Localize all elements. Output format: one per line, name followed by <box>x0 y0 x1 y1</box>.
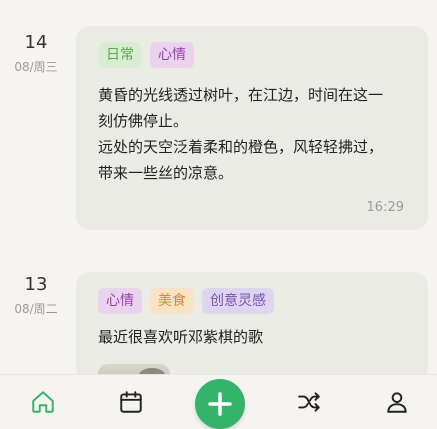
tag-list: 日常 心情 <box>98 42 194 68</box>
tag[interactable]: 心情 <box>150 42 194 68</box>
entry-card[interactable]: 心情 美食 创意灵感 最近很喜欢听邓紫棋的歌 <box>76 272 428 384</box>
calendar-icon[interactable] <box>118 389 144 415</box>
tag[interactable]: 美食 <box>150 288 194 314</box>
entry-weekday: 08/周二 <box>14 302 58 316</box>
entry-date: 14 08/周三 <box>0 32 72 75</box>
add-entry-button[interactable] <box>195 379 245 429</box>
tag[interactable]: 创意灵感 <box>202 288 274 314</box>
entry-date: 13 08/周二 <box>0 274 72 317</box>
tag[interactable]: 日常 <box>98 42 142 68</box>
home-icon[interactable] <box>30 389 56 415</box>
entry-time: 16:29 <box>366 200 404 215</box>
profile-icon[interactable] <box>384 389 410 415</box>
entry-weekday: 08/周三 <box>14 60 58 74</box>
tag-list: 心情 美食 创意灵感 <box>98 288 274 314</box>
bottom-navigation <box>0 374 437 429</box>
entry-day: 14 <box>24 32 48 53</box>
plus-icon <box>208 392 232 416</box>
entry-text: 黄昏的光线透过树叶，在江边，时间在这一 刻仿佛停止。 远处的天空泛着柔和的橙色，… <box>98 86 384 182</box>
entry-text: 最近很喜欢听邓紫棋的歌 <box>98 328 264 346</box>
tag[interactable]: 心情 <box>98 288 142 314</box>
entry-day: 13 <box>24 274 48 295</box>
entry-card[interactable]: 日常 心情 黄昏的光线透过树叶，在江边，时间在这一 刻仿佛停止。 远处的天空泛着… <box>76 26 428 230</box>
shuffle-icon[interactable] <box>296 389 322 415</box>
